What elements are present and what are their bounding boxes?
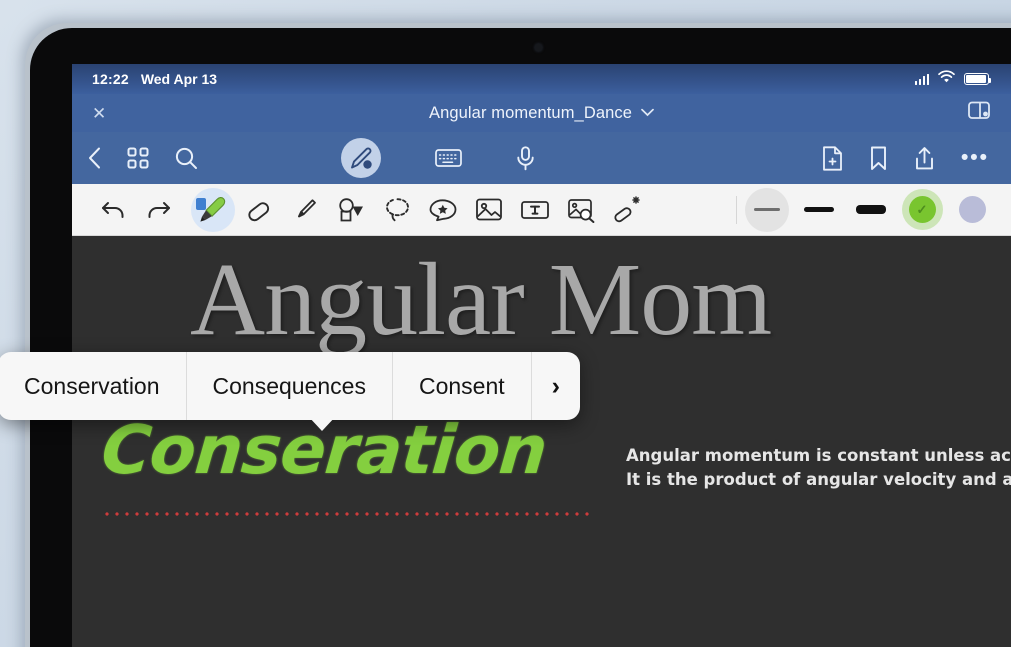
image-tool-icon[interactable] <box>466 197 512 222</box>
document-title-group: Angular momentum_Dance <box>72 104 1011 123</box>
note-body-line-1: Angular momentum is constant unless acte <box>626 446 1011 465</box>
add-page-icon[interactable] <box>822 145 843 171</box>
note-canvas[interactable]: Angular Mom Conseration Angular momentum… <box>72 236 1011 647</box>
stroke-and-color-group: ✓ <box>730 187 997 233</box>
undo-icon[interactable] <box>90 200 136 220</box>
eraser-tool-icon[interactable] <box>236 196 282 224</box>
navigation-toolbar: ••• <box>72 132 1011 184</box>
color-swatch-purple[interactable] <box>947 187 997 233</box>
chevron-left-icon[interactable] <box>88 147 101 169</box>
suggestion-item-0[interactable]: Conservation <box>0 352 187 420</box>
nav-left-group <box>88 147 198 170</box>
bookmark-icon[interactable] <box>869 146 888 171</box>
microphone-icon[interactable] <box>516 145 535 171</box>
pen-tool-icon[interactable] <box>190 194 236 226</box>
title-bar: ✕ Angular momentum_Dance <box>72 94 1011 132</box>
magic-wand-tool-icon[interactable] <box>604 196 650 223</box>
search-icon[interactable] <box>175 147 198 170</box>
highlighter-tool-icon[interactable] <box>282 196 328 224</box>
lasso-tool-icon[interactable] <box>374 196 420 223</box>
image-search-tool-icon[interactable] <box>558 197 604 223</box>
color-swatch-green[interactable]: ✓ <box>897 187 947 233</box>
suggestion-item-1[interactable]: Consequences <box>187 352 393 420</box>
stroke-width-thin[interactable] <box>741 187 793 233</box>
text-box-tool-icon[interactable] <box>512 198 558 222</box>
pen-edit-icon[interactable] <box>341 138 382 178</box>
check-icon: ✓ <box>916 202 928 217</box>
drawing-tools-toolbar: ✓ <box>72 184 1011 236</box>
spellcheck-underline <box>102 512 592 516</box>
suggestion-next-button[interactable]: › <box>532 352 580 420</box>
document-title[interactable]: Angular momentum_Dance <box>429 104 632 123</box>
stroke-width-medium[interactable] <box>793 187 845 233</box>
battery-icon <box>964 73 992 85</box>
status-time: 12:22 <box>92 71 129 87</box>
note-body-text: Angular momentum is constant unless acte… <box>626 444 1011 492</box>
nav-right-group: ••• <box>822 145 989 171</box>
grid-pages-icon[interactable] <box>127 147 149 169</box>
stroke-width-thick[interactable] <box>845 187 897 233</box>
status-bar: 12:22 Wed Apr 13 <box>72 64 1011 94</box>
suggestion-item-2[interactable]: Consent <box>393 352 532 420</box>
note-body-line-2: It is the product of angular velocity an… <box>626 470 1011 489</box>
page-title: Angular Mom <box>190 242 772 357</box>
wifi-icon <box>938 70 955 88</box>
front-camera-icon <box>535 44 542 51</box>
screenshot-scene: 12:22 Wed Apr 13 ✕ Angular momentum_Danc… <box>0 0 1011 647</box>
signal-bars-icon <box>914 73 929 85</box>
share-icon[interactable] <box>914 146 935 171</box>
toolbar-divider <box>736 195 737 224</box>
redo-icon[interactable] <box>136 200 182 220</box>
handwriting-suggestion-bar: Conservation Consequences Consent › <box>0 352 580 420</box>
more-options-button[interactable]: ••• <box>961 147 989 167</box>
split-view-icon[interactable] <box>968 101 991 125</box>
shapes-tool-icon[interactable] <box>328 197 374 223</box>
nav-center-group <box>341 138 535 178</box>
keyboard-icon[interactable] <box>435 148 463 168</box>
sticker-tool-icon[interactable] <box>420 198 466 222</box>
chevron-down-icon[interactable] <box>641 104 654 122</box>
suggestion-bar-pointer <box>308 416 336 431</box>
status-indicators <box>914 70 992 88</box>
close-button[interactable]: ✕ <box>92 105 106 122</box>
status-date: Wed Apr 13 <box>140 71 218 87</box>
pen-tool-badge <box>196 197 206 210</box>
